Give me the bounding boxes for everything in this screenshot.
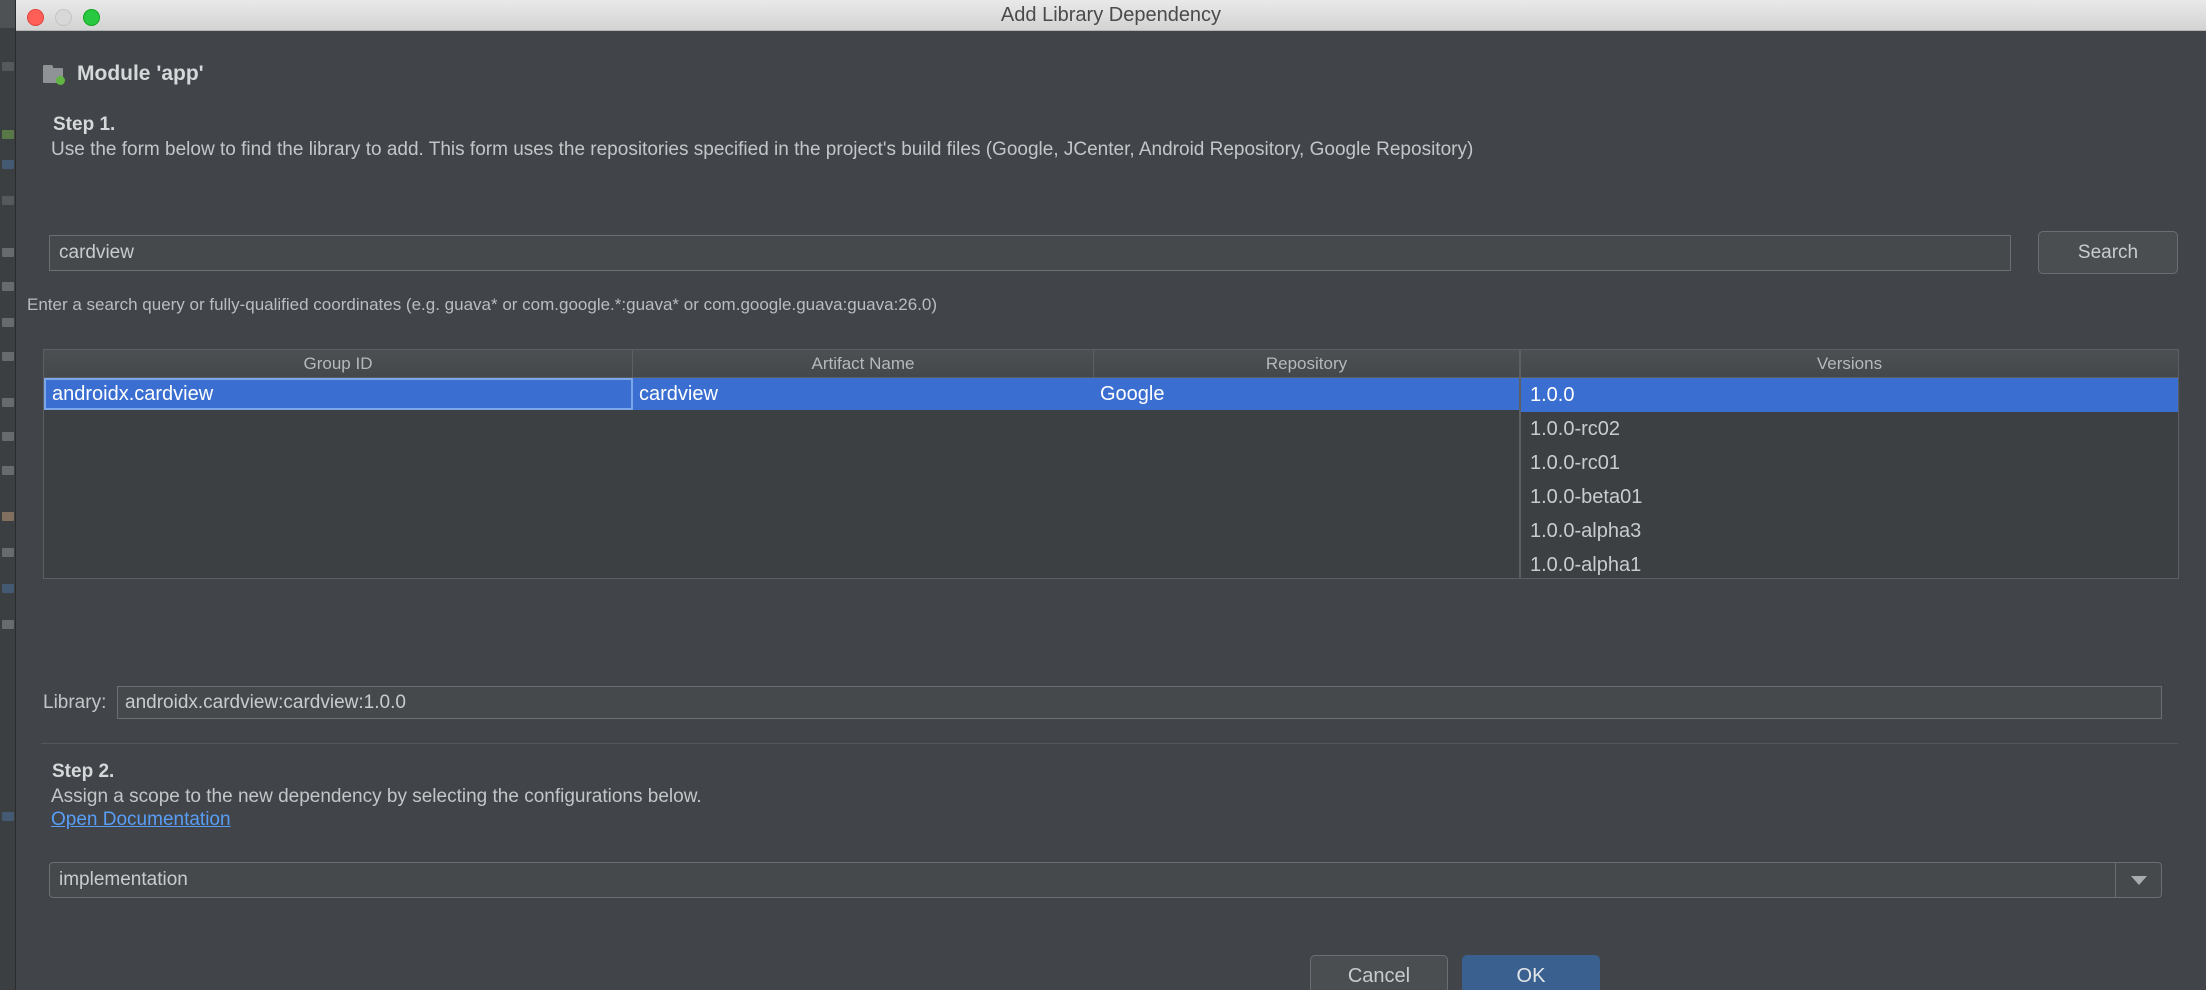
step1-description: Use the form below to find the library t… [51, 139, 1474, 160]
screenshot-root: Add Library Dependency Module 'app' Step… [0, 0, 2206, 990]
module-label: Module 'app' [77, 62, 204, 85]
cell-repository[interactable]: Google [1094, 378, 1519, 410]
version-item-1-0-0[interactable]: 1.0.0 [1521, 378, 2178, 412]
column-header-artifact-name[interactable]: Artifact Name [633, 350, 1094, 377]
search-input[interactable] [49, 235, 2011, 271]
column-header-repository[interactable]: Repository [1094, 350, 1519, 377]
window-title: Add Library Dependency [1000, 4, 1222, 26]
results-table: Group ID Artifact Name Repository androi… [43, 349, 1520, 579]
search-button[interactable]: Search [2038, 231, 2178, 274]
results-table-header: Group ID Artifact Name Repository [44, 350, 1519, 378]
version-item-1-0-0-beta01[interactable]: 1.0.0-beta01 [1521, 480, 2178, 514]
versions-table-header: Versions [1521, 350, 2178, 378]
version-item-1-0-0-rc02[interactable]: 1.0.0-rc02 [1521, 412, 2178, 446]
configuration-selected-value: implementation [59, 869, 188, 890]
section-divider [41, 743, 2178, 744]
chevron-down-icon[interactable] [2115, 863, 2161, 897]
version-item-1-0-0-rc01[interactable]: 1.0.0-rc01 [1521, 446, 2178, 480]
search-hint: Enter a search query or fully-qualified … [27, 295, 938, 314]
version-item-1-0-0-alpha3[interactable]: 1.0.0-alpha3 [1521, 514, 2178, 548]
column-header-group-id[interactable]: Group ID [44, 350, 633, 377]
library-coordinates-input[interactable] [117, 686, 2162, 719]
step1-title: Step 1. [53, 114, 116, 135]
module-header: Module 'app' [43, 62, 204, 86]
configuration-dropdown[interactable]: implementation [49, 862, 2162, 898]
ok-button[interactable]: OK [1462, 955, 1600, 990]
versions-table: Versions 1.0.0 1.0.0-rc02 1.0.0-rc01 1.0… [1520, 349, 2179, 579]
add-library-dependency-dialog: Add Library Dependency Module 'app' Step… [16, 0, 2206, 990]
ide-background-sliver [0, 0, 16, 990]
cancel-button[interactable]: Cancel [1310, 955, 1448, 990]
version-item-1-0-0-alpha1[interactable]: 1.0.0-alpha1 [1521, 548, 2178, 578]
step2-description: Assign a scope to the new dependency by … [51, 786, 702, 807]
cell-group-id[interactable]: androidx.cardview [44, 378, 633, 410]
library-label: Library: [43, 692, 107, 713]
table-row[interactable]: androidx.cardview cardview Google [44, 378, 1519, 410]
open-documentation-link[interactable]: Open Documentation [51, 809, 231, 831]
column-header-versions[interactable]: Versions [1521, 350, 2178, 377]
cell-artifact-name[interactable]: cardview [633, 378, 1094, 410]
dialog-body: Module 'app' Step 1. Use the form below … [16, 31, 2206, 990]
step2-title: Step 2. [52, 761, 115, 782]
module-folder-icon [43, 64, 66, 85]
window-titlebar: Add Library Dependency [16, 0, 2206, 31]
